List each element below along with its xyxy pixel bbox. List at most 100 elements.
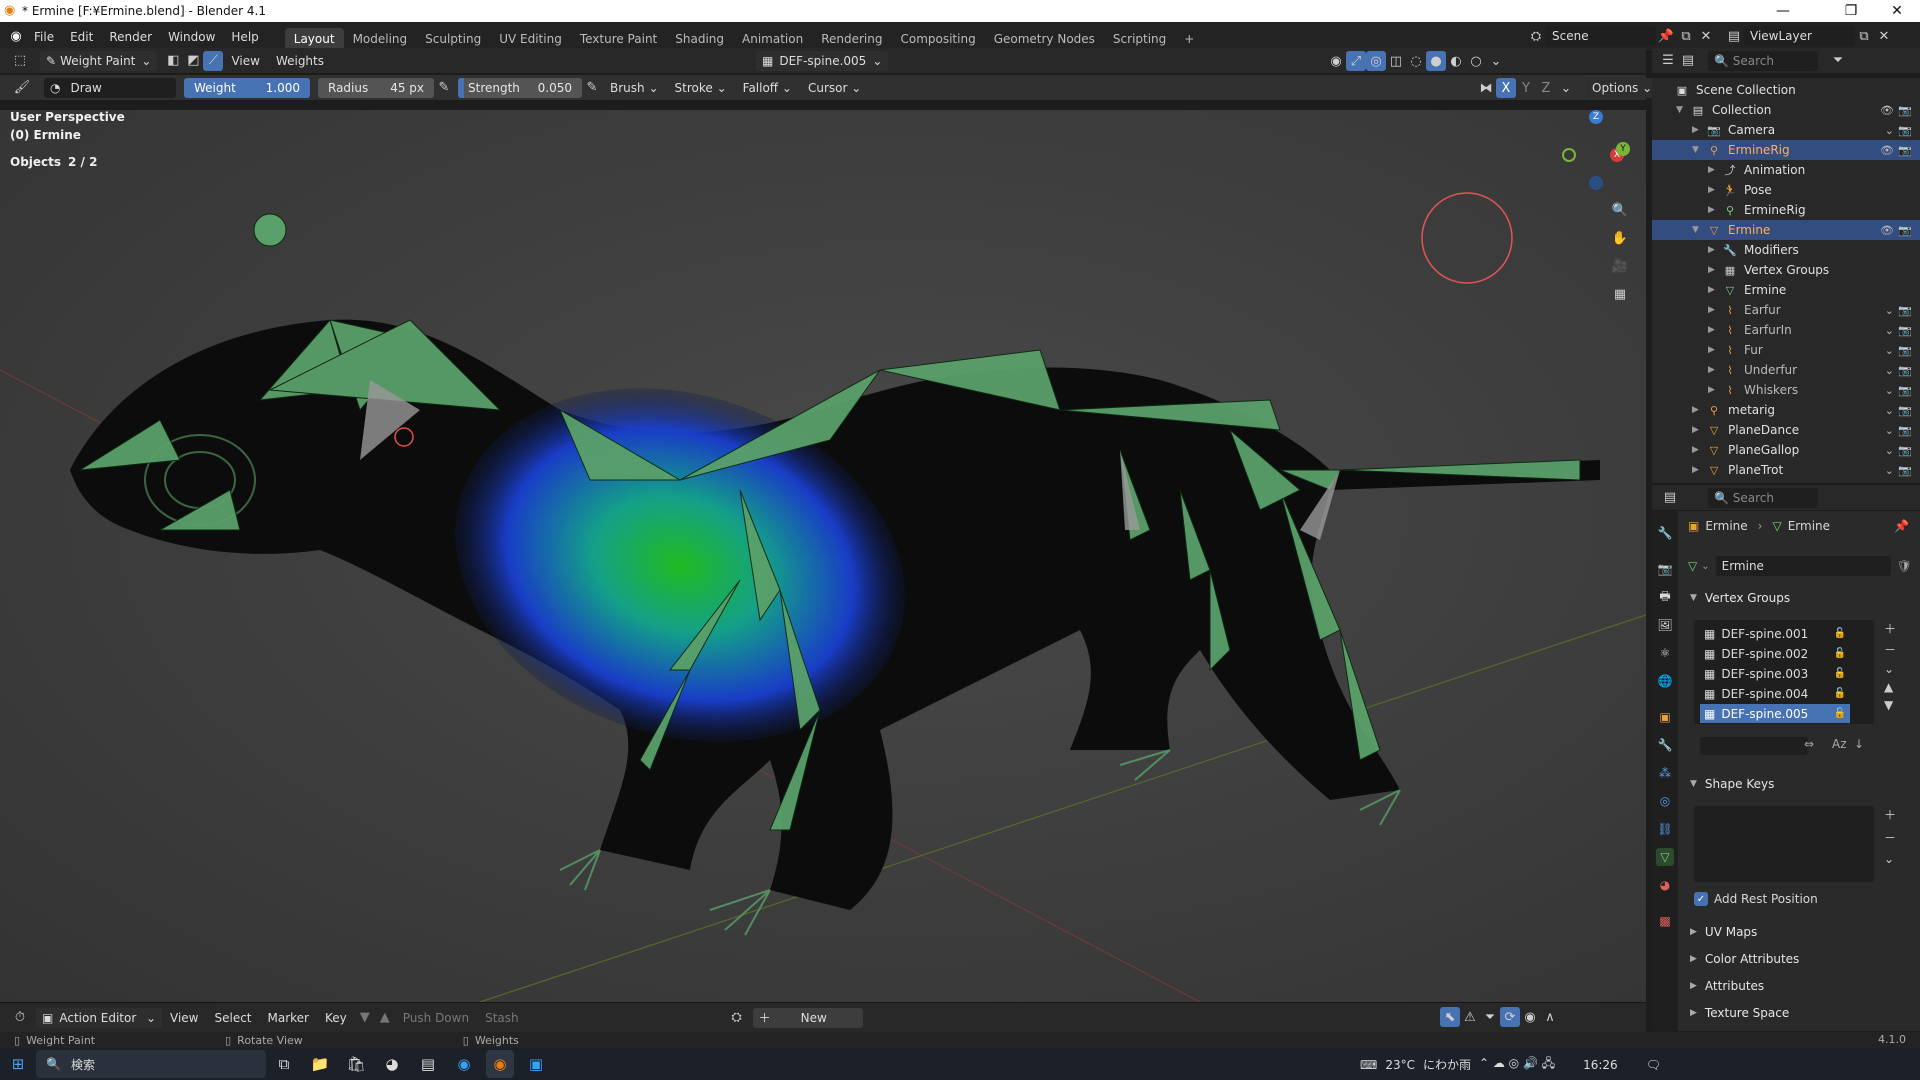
chevron-down-icon[interactable]: ⌄ (1556, 78, 1576, 98)
visibility-eye-icon[interactable]: 👁 (1880, 144, 1894, 157)
outliner-row-fur[interactable]: ▶ ⌇ Fur ⌄ 📷 (1652, 340, 1920, 360)
workspace-tab-shading[interactable]: Shading (666, 28, 733, 50)
brush-menu[interactable]: Brush ⌄ (602, 73, 667, 103)
mode-selector[interactable]: ✎ Weight Paint ⌄ (40, 50, 158, 71)
workspace-tab-scripting[interactable]: Scripting (1104, 28, 1175, 50)
workspace-tab-rendering[interactable]: Rendering (812, 28, 891, 50)
action-editor-mode[interactable]: ▣ Action Editor ⌄ (36, 1007, 162, 1028)
add-shape-key-icon[interactable]: ＋ (1884, 806, 1896, 823)
shading-options-icon[interactable]: ⌄ (1486, 51, 1506, 71)
outliner-editor-icon[interactable]: ☰ (1658, 51, 1678, 71)
workspace-tab-sculpting[interactable]: Sculpting (416, 28, 490, 50)
brush-selector[interactable]: ◔ Draw (44, 77, 176, 98)
radius-pressure-icon[interactable]: ✎ (434, 78, 454, 98)
delete-viewlayer-icon[interactable]: ✕ (1874, 26, 1894, 46)
outliner-row-underfur[interactable]: ▶ ⌇ Underfur ⌄ 📷 (1652, 360, 1920, 380)
pin-icon[interactable]: 📌 (1894, 519, 1909, 533)
render-camera-icon[interactable]: 📷 (1898, 364, 1912, 377)
render-camera-icon[interactable]: 📷 (1898, 404, 1912, 417)
visibility-eye-icon[interactable]: ⌄ (1885, 324, 1894, 337)
visibility-icon[interactable]: ◉ (1326, 51, 1346, 71)
outliner-row-ermine[interactable]: ▶ ▽ Ermine (1652, 280, 1920, 300)
chevron-right-icon[interactable]: ▶ (1692, 405, 1706, 415)
move-up-icon[interactable]: ▲ (1884, 680, 1896, 694)
perspective-toggle-icon[interactable]: ▦ (1610, 284, 1630, 304)
3d-viewport[interactable]: User Perspective (0) Ermine Objects 2 / … (0, 110, 1646, 1002)
filter-icon[interactable]: ⏷ (1828, 51, 1848, 71)
xray-icon[interactable]: ◫ (1386, 51, 1406, 71)
blender-taskbar-icon[interactable]: ◉ (486, 1050, 514, 1078)
scene-tab-icon[interactable]: ⚛ (1656, 644, 1674, 662)
chevron-right-icon[interactable]: ▶ (1708, 365, 1722, 375)
visibility-eye-icon[interactable]: ⌄ (1885, 404, 1894, 417)
outliner-row-scene-collection[interactable]: ▣ Scene Collection (1652, 80, 1920, 100)
windows-start-icon[interactable]: ⊞ (4, 1050, 32, 1078)
outliner-row-planetrot[interactable]: ▶ ▽ PlaneTrot ⌄ 📷 (1652, 460, 1920, 480)
display-mode-icon[interactable]: ▤ (1678, 51, 1698, 71)
chevron-right-icon[interactable]: ▶ (1692, 125, 1706, 135)
mirror-z-toggle[interactable]: Z (1536, 78, 1556, 98)
render-camera-icon[interactable]: 📷 (1898, 344, 1912, 357)
shape-key-specials-icon[interactable]: ⌄ (1884, 852, 1896, 866)
render-camera-icon[interactable]: 📷 (1898, 324, 1912, 337)
fake-user-icon[interactable]: 🛡 (1897, 559, 1912, 573)
chevron-right-icon[interactable]: ▶ (1692, 425, 1706, 435)
vertex-group-item[interactable]: ▦ DEF-spine.005 🔓 (1700, 704, 1850, 723)
curve-icon[interactable]: ∧ (1540, 1007, 1560, 1027)
blender-menu-icon[interactable]: ◉ (6, 27, 26, 47)
constraints-tab-icon[interactable]: ⛓ (1656, 820, 1674, 838)
invert-filter-icon[interactable]: ⇔ (1804, 737, 1814, 751)
mirror-x-toggle[interactable]: X (1496, 78, 1516, 98)
chrome-icon[interactable]: ◕ (378, 1050, 406, 1078)
options-menu[interactable]: Options ⌄ (1586, 78, 1659, 98)
uv-maps-panel-header[interactable]: ▶ UV Maps (1690, 920, 1910, 944)
menu-file[interactable]: File (26, 22, 62, 52)
add-rest-position-checkbox[interactable]: ✓ (1694, 892, 1708, 906)
taskbar-search[interactable]: 🔍 検索 (36, 1050, 266, 1078)
delete-scene-icon[interactable]: ✕ (1696, 26, 1716, 46)
menu-render[interactable]: Render (101, 22, 160, 52)
camera-view-icon[interactable]: 🎥 (1610, 256, 1630, 276)
view-menu[interactable]: View (162, 1003, 206, 1033)
push-down-button[interactable]: Push Down (395, 1003, 477, 1033)
mesh-name-field[interactable]: Ermine (1715, 556, 1891, 576)
marker-menu[interactable]: Marker (260, 1003, 317, 1033)
gizmo-toggle-icon[interactable]: ⤢ (1346, 51, 1366, 71)
outliner-search[interactable]: 🔍 Search (1708, 50, 1818, 71)
remove-shape-key-icon[interactable]: － (1884, 829, 1896, 846)
active-vertex-group-selector[interactable]: ▦ DEF-spine.005 ⌄ (756, 51, 889, 71)
outliner-row-erminerig[interactable]: ▼ ⚲ ErmineRig 👁 📷 (1652, 140, 1920, 160)
outliner-row-camera[interactable]: ▶ 📷 Camera ⌄ 📷 (1652, 120, 1920, 140)
view-menu[interactable]: View (223, 46, 267, 76)
outliner-row-erminerig[interactable]: ▶ ⚲ ErmineRig (1652, 200, 1920, 220)
vertex-group-specials-icon[interactable]: ⌄ (1884, 662, 1896, 676)
workspace-tab-geometry-nodes[interactable]: Geometry Nodes (985, 28, 1104, 50)
layer-down-icon[interactable]: ▼ (355, 1008, 375, 1028)
strength-pressure-icon[interactable]: ✎ (582, 78, 602, 98)
properties-search[interactable]: 🔍 Search (1708, 487, 1818, 508)
solid-shading-icon[interactable]: ● (1426, 51, 1446, 71)
outliner-row-whiskers[interactable]: ▶ ⌇ Whiskers ⌄ 📷 (1652, 380, 1920, 400)
proportional-edit-icon[interactable]: ◉ (1520, 1007, 1540, 1027)
store-icon[interactable]: 🛍 (342, 1050, 370, 1078)
material-shading-icon[interactable]: ◐ (1446, 51, 1466, 71)
sort-alpha-icon[interactable]: Aᴢ (1832, 737, 1847, 751)
view-layer-tab-icon[interactable]: 🖼 (1656, 616, 1674, 634)
chevron-right-icon[interactable]: ▶ (1708, 345, 1722, 355)
chevron-right-icon[interactable]: ▶ (1708, 185, 1722, 195)
modifiers-tab-icon[interactable]: 🔧 (1656, 736, 1674, 754)
outliner-row-vertex-groups[interactable]: ▶ ▦ Vertex Groups (1652, 260, 1920, 280)
visibility-eye-icon[interactable]: ⌄ (1885, 424, 1894, 437)
output-tab-icon[interactable]: 🖶 (1656, 588, 1674, 606)
render-camera-icon[interactable]: 📷 (1898, 144, 1912, 157)
lock-icon[interactable]: 🔓 (1834, 628, 1846, 639)
pin-icon[interactable]: 📌 (1656, 26, 1676, 46)
mesh-data-tab-icon[interactable]: ▽ (1656, 848, 1674, 866)
file-explorer-icon[interactable]: 📁 (306, 1050, 334, 1078)
visibility-eye-icon[interactable]: ⌄ (1885, 384, 1894, 397)
notification-icon[interactable]: 🗨 (1646, 1058, 1661, 1072)
render-camera-icon[interactable]: 📷 (1898, 444, 1912, 457)
face-mask-icon[interactable]: ◧ (163, 51, 183, 71)
chevron-down-icon[interactable]: ▼ (1692, 145, 1706, 155)
clock[interactable]: 16:26 (1583, 1058, 1618, 1072)
